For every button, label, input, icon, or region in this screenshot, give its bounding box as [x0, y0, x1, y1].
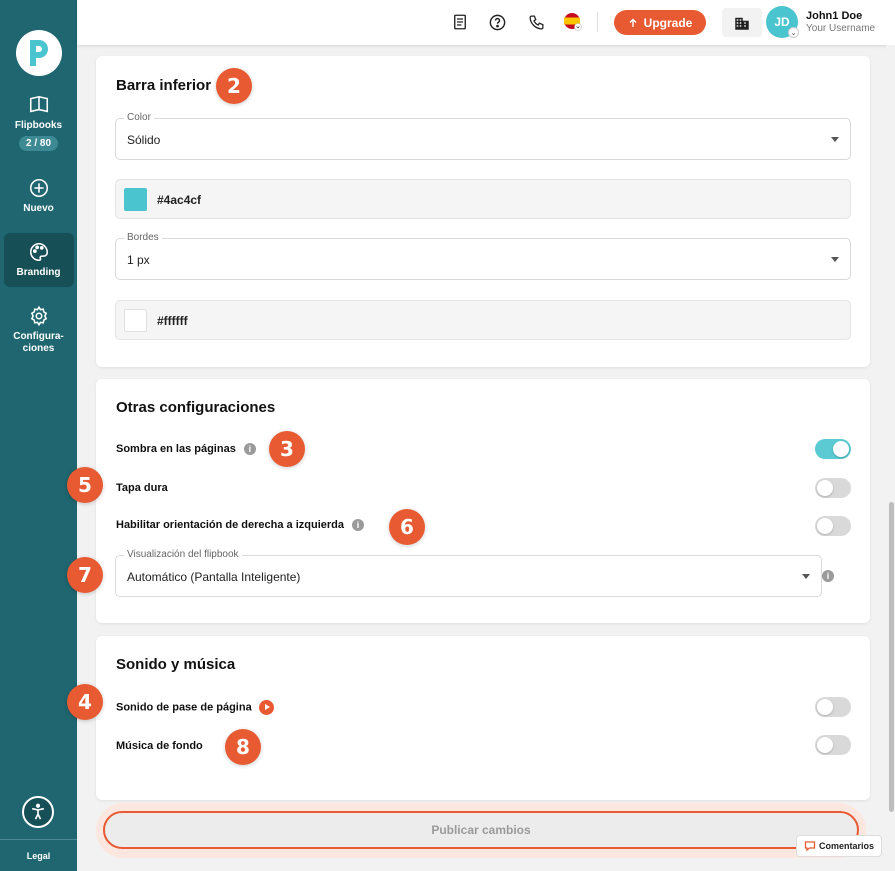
callout-badge-2: 2 — [216, 68, 252, 104]
user-name: John1 Doe — [806, 10, 863, 22]
info-icon[interactable]: i — [352, 519, 365, 532]
header-divider — [597, 12, 598, 32]
field-value: 1 px — [127, 253, 150, 267]
publish-button[interactable]: Publicar cambios — [103, 811, 859, 849]
section-title: Otras configuraciones — [116, 399, 276, 416]
comments-label: Comentarios — [818, 841, 874, 851]
field-label: Visualización del flipbook — [124, 549, 242, 560]
color-hex-value: #4ac4cf — [157, 193, 202, 207]
flipbooks-count-badge: 2 / 80 — [18, 136, 59, 151]
rtl-toggle[interactable] — [815, 516, 851, 536]
borders-select[interactable]: Bordes 1 px — [115, 232, 851, 280]
phone-icon[interactable] — [526, 12, 546, 32]
chevron-down-icon[interactable]: ⌄ — [788, 27, 799, 38]
sidebar-item-new[interactable]: Nuevo — [0, 177, 77, 215]
sidebar-item-label: Configura-ciones — [13, 331, 64, 354]
top-header: Upgrade JD ⌄ John1 Doe Your Username — [77, 0, 895, 45]
accessibility-button[interactable] — [22, 796, 54, 828]
flipbook-view-select[interactable]: Visualización del flipbook Automático (P… — [115, 549, 822, 597]
page-shadow-label: Sombra en las páginas i — [116, 443, 256, 456]
caret-down-icon — [802, 574, 810, 579]
arrow-up-icon — [629, 18, 637, 27]
rtl-label: Habilitar orientación de derecha a izqui… — [116, 519, 365, 532]
bar-color-picker[interactable]: #4ac4cf — [115, 179, 851, 219]
user-username: Your Username — [806, 23, 876, 34]
section-title: Sonido y música — [116, 656, 236, 673]
sidebar: Flipbooks 2 / 80 Nuevo Branding Configur… — [0, 0, 77, 871]
scrollbar-thumb[interactable] — [889, 502, 894, 812]
info-icon[interactable]: i — [822, 570, 834, 582]
comment-icon — [804, 841, 816, 852]
gear-icon — [30, 305, 47, 327]
border-color-picker[interactable]: #ffffff — [115, 300, 851, 340]
info-icon[interactable]: i — [243, 443, 256, 456]
bottom-bar-card: Barra inferior Color Sólido #4ac4cf Bord… — [96, 56, 870, 367]
sidebar-item-branding[interactable]: Branding — [3, 233, 74, 287]
color-swatch[interactable] — [124, 188, 147, 211]
organization-button[interactable] — [722, 8, 762, 37]
play-icon[interactable] — [258, 700, 274, 715]
sound-card: Sonido y música Sonido de pase de página… — [96, 636, 870, 800]
color-swatch[interactable] — [124, 309, 147, 332]
brand-logo[interactable] — [15, 30, 62, 76]
callout-badge-4: 4 — [67, 684, 103, 720]
callout-badge-8: 8 — [225, 729, 261, 765]
sidebar-item-label: Nuevo — [23, 203, 54, 214]
comments-button[interactable]: Comentarios — [796, 835, 882, 857]
field-label: Color — [124, 112, 154, 123]
color-select[interactable]: Color Sólido — [115, 112, 851, 160]
callout-badge-7: 7 — [67, 557, 103, 593]
field-label: Bordes — [124, 232, 162, 243]
book-open-icon — [29, 95, 48, 113]
field-value: Sólido — [127, 133, 161, 147]
page-shadow-toggle[interactable] — [815, 439, 851, 459]
building-icon — [735, 17, 749, 30]
palette-icon — [29, 242, 48, 262]
page-sound-label: Sonido de pase de página — [116, 700, 274, 715]
background-music-toggle[interactable] — [815, 735, 851, 755]
hard-cover-toggle[interactable] — [815, 478, 851, 498]
hard-cover-label: Tapa dura — [116, 482, 168, 494]
caret-down-icon — [831, 137, 839, 142]
upgrade-button[interactable]: Upgrade — [614, 10, 706, 35]
language-flag-icon[interactable] — [563, 12, 583, 32]
help-icon[interactable] — [487, 12, 507, 32]
plus-circle-icon — [29, 178, 48, 198]
caret-down-icon — [831, 257, 839, 262]
page-sound-toggle[interactable] — [815, 697, 851, 717]
other-settings-card: Otras configuraciones Sombra en las pági… — [96, 379, 870, 623]
field-value: Automático (Pantalla Inteligente) — [127, 570, 301, 584]
sidebar-item-flipbooks[interactable]: Flipbooks 2 / 80 — [0, 94, 77, 151]
sidebar-divider — [0, 839, 77, 840]
sidebar-item-label: Flipbooks — [14, 120, 63, 131]
callout-badge-6: 6 — [389, 509, 425, 545]
section-title: Barra inferior — [116, 77, 212, 94]
callout-badge-5: 5 — [67, 467, 103, 503]
sidebar-item-label: Branding — [16, 267, 61, 278]
color-hex-value: #ffffff — [157, 314, 188, 328]
document-icon[interactable] — [450, 12, 470, 32]
background-music-label: Música de fondo — [116, 740, 203, 752]
legal-link[interactable]: Legal — [0, 851, 77, 861]
logo-p-icon — [29, 40, 48, 66]
accessibility-icon — [31, 803, 45, 820]
sidebar-item-settings[interactable]: Configura-ciones — [0, 305, 77, 355]
callout-badge-3: 3 — [269, 431, 305, 467]
upgrade-label: Upgrade — [643, 15, 693, 30]
